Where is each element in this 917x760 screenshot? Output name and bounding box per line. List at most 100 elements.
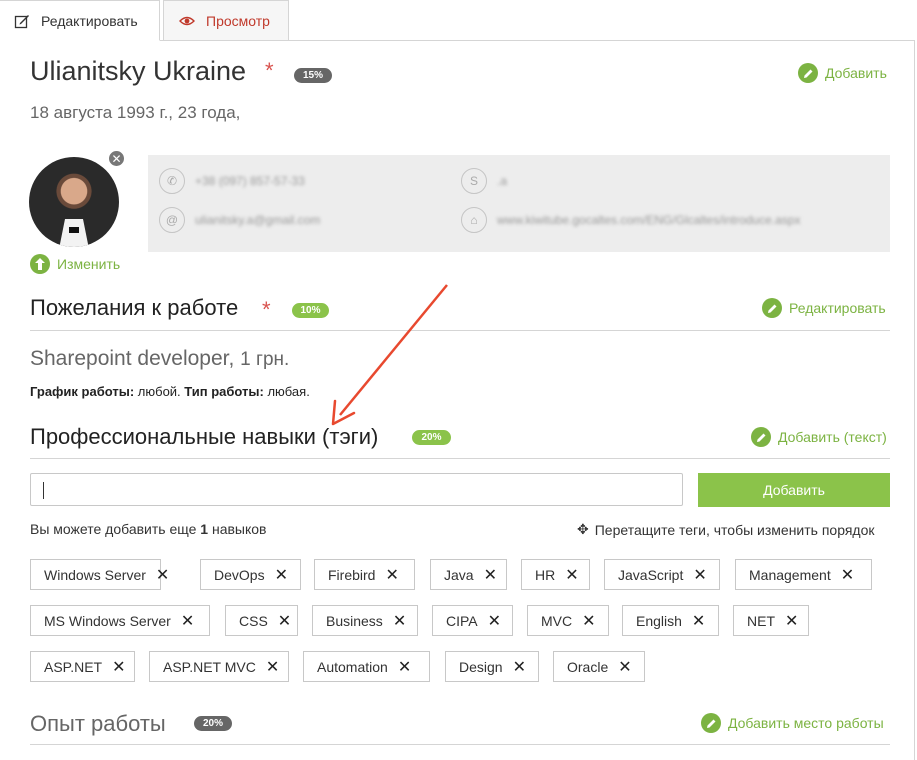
skill-tag[interactable]: Oracle ✕	[553, 651, 645, 682]
remove-tag-icon[interactable]: ✕	[785, 611, 798, 631]
home-icon: ⌂	[461, 207, 487, 233]
salary-value: 1 грн.	[240, 349, 290, 370]
remove-tag-icon[interactable]: ✕	[484, 565, 497, 585]
skill-tag[interactable]: MVC ✕	[527, 605, 609, 636]
hint-prefix: Вы можете добавить еще	[30, 521, 197, 537]
hint-count: 1	[200, 521, 209, 537]
tab-bar: Редактировать Просмотр	[0, 0, 917, 41]
tab-view-label: Просмотр	[206, 12, 270, 29]
schedule-line: График работы: любой. Тип работы: любая.	[30, 384, 310, 399]
remove-tag-icon[interactable]: ✕	[692, 611, 705, 631]
experience-percent-badge: 20%	[194, 716, 232, 731]
edit-wishes-label: Редактировать	[789, 300, 886, 316]
remove-tag-icon[interactable]: ✕	[565, 565, 578, 585]
remove-tag-icon[interactable]: ✕	[181, 611, 194, 631]
wishes-title: Пожелания к работе	[30, 295, 239, 320]
edit-wishes-link[interactable]: Редактировать	[762, 298, 886, 318]
pencil-icon	[798, 63, 818, 83]
skill-tag-label: Oracle	[567, 658, 609, 675]
remove-tag-icon[interactable]: ✕	[156, 565, 169, 585]
skill-tag-label: Design	[459, 658, 503, 675]
skill-tag-label: English	[636, 612, 682, 629]
pencil-icon	[751, 427, 771, 447]
text-cursor	[43, 482, 44, 499]
email-icon: @	[159, 207, 185, 233]
skills-title: Профессиональные навыки (тэги)	[30, 424, 379, 449]
experience-title: Опыт работы	[30, 711, 166, 736]
remove-tag-icon[interactable]: ✕	[693, 565, 706, 585]
skill-tag[interactable]: JavaScript ✕	[604, 559, 720, 590]
skill-tag[interactable]: Firebird ✕	[314, 559, 415, 590]
add-skill-button[interactable]: Добавить	[698, 473, 890, 507]
hint-suffix: навыков	[211, 521, 267, 537]
skill-tag[interactable]: Windows Server ✕	[30, 559, 169, 590]
avatar[interactable]	[29, 157, 119, 247]
skill-tag[interactable]: ASP.NET MVC ✕	[149, 651, 289, 682]
skill-tag[interactable]: MS Windows Server ✕	[30, 605, 210, 636]
remove-tag-icon[interactable]: ✕	[582, 611, 595, 631]
skill-tag[interactable]: ASP.NET ✕	[30, 651, 135, 682]
skill-tag-label: Java	[444, 566, 474, 583]
divider	[30, 458, 890, 459]
remove-tag-icon[interactable]: ✕	[618, 657, 631, 677]
tab-edit[interactable]: Редактировать	[0, 0, 160, 41]
skill-tag[interactable]: English ✕	[622, 605, 719, 636]
close-icon: ✕	[111, 151, 122, 166]
change-avatar-link[interactable]: Изменить	[30, 254, 120, 274]
tab-edit-label: Редактировать	[41, 12, 138, 29]
remove-tag-icon[interactable]: ✕	[112, 657, 125, 677]
skill-input[interactable]	[30, 473, 683, 506]
remove-tag-icon[interactable]: ✕	[266, 657, 279, 677]
remove-avatar-button[interactable]: ✕	[107, 149, 126, 168]
skill-tag-label: MS Windows Server	[44, 612, 171, 629]
skill-tag-label: ASP.NET	[44, 658, 103, 675]
skill-tag[interactable]: Design ✕	[445, 651, 539, 682]
skill-tag[interactable]: Automation ✕	[303, 651, 430, 682]
add-experience-link[interactable]: Добавить место работы	[701, 713, 884, 733]
skill-tag[interactable]: NET ✕	[733, 605, 809, 636]
skill-tag[interactable]: Java ✕	[430, 559, 507, 590]
remove-tag-icon[interactable]: ✕	[275, 565, 288, 585]
remove-tag-icon[interactable]: ✕	[488, 611, 501, 631]
drag-hint-text: Перетащите теги, чтобы изменить порядок	[594, 521, 875, 538]
position-value: Sharepoint developer,	[30, 347, 235, 370]
contact-site: ⌂ www.kiwitube.gocaltes.com/ENG/Glcaltes…	[461, 207, 800, 233]
skill-tag-label: Automation	[317, 658, 388, 675]
tab-view[interactable]: Просмотр	[163, 0, 289, 41]
add-skills-text-link[interactable]: Добавить (текст)	[751, 427, 887, 447]
skill-tag[interactable]: HR ✕	[521, 559, 590, 590]
skill-tag-label: Management	[749, 566, 831, 583]
remove-tag-icon[interactable]: ✕	[398, 657, 411, 677]
skype-icon: S	[461, 168, 487, 194]
email-value: ulianitsky.a@gmail.com	[195, 213, 321, 227]
add-experience-label: Добавить место работы	[728, 715, 884, 731]
skill-tag-label: Windows Server	[44, 566, 146, 583]
skill-tag-label: CIPA	[446, 612, 478, 629]
skill-tag[interactable]: Business ✕	[312, 605, 418, 636]
phone-value: +38 (097) 857-57-33	[195, 174, 305, 188]
add-skills-text-label: Добавить (текст)	[778, 429, 887, 445]
remove-tag-icon[interactable]: ✕	[278, 611, 291, 631]
skill-tag[interactable]: CIPA ✕	[432, 605, 513, 636]
move-icon: ✥	[577, 521, 589, 537]
skill-tag[interactable]: DevOps ✕	[200, 559, 301, 590]
skill-tag-label: CSS	[239, 612, 268, 629]
remove-tag-icon[interactable]: ✕	[385, 565, 398, 585]
skill-tag-label: DevOps	[214, 566, 265, 583]
skill-tag-label: NET	[747, 612, 775, 629]
skill-tag[interactable]: CSS ✕	[225, 605, 298, 636]
contact-phone: ✆ +38 (097) 857-57-33	[159, 168, 305, 194]
skill-tag[interactable]: Management ✕	[735, 559, 872, 590]
add-profile-link[interactable]: Добавить	[798, 63, 887, 83]
remove-tag-icon[interactable]: ✕	[841, 565, 854, 585]
eye-icon	[179, 16, 195, 25]
phone-icon: ✆	[159, 168, 185, 194]
drag-hint: ✥ Перетащите теги, чтобы изменить порядо…	[577, 521, 875, 538]
type-value: любая.	[267, 384, 310, 399]
pencil-icon	[762, 298, 782, 318]
skill-tag-label: HR	[535, 566, 556, 583]
remove-tag-icon[interactable]: ✕	[513, 657, 526, 677]
skill-tag-label: JavaScript	[618, 566, 684, 583]
remove-tag-icon[interactable]: ✕	[393, 611, 406, 631]
skill-tag-label: Firebird	[328, 566, 376, 583]
